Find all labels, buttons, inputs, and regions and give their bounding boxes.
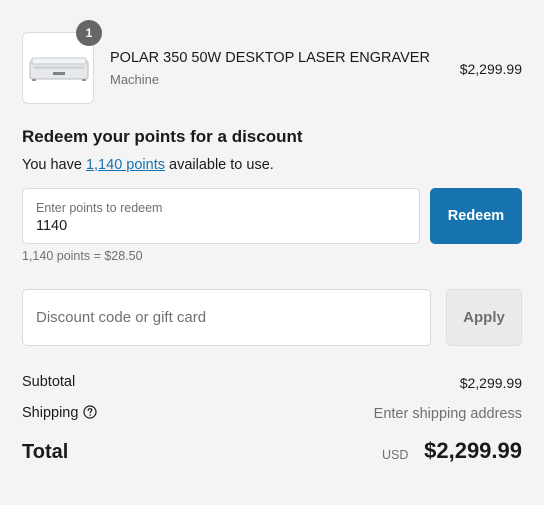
points-link[interactable]: 1,140 points [86, 157, 165, 173]
total-value: $2,299.99 [424, 438, 522, 463]
shipping-label: Shipping [22, 405, 79, 421]
redeem-button[interactable]: Redeem [430, 188, 522, 244]
product-thumbnail: 1 [22, 20, 102, 104]
product-price: $2,299.99 [459, 61, 522, 77]
subtotal-value: $2,299.99 [459, 375, 522, 391]
points-input-label: Enter points to redeem [36, 201, 163, 215]
total-currency: USD [382, 448, 409, 462]
points-input-value[interactable]: 1140 [36, 218, 67, 234]
product-title: POLAR 350 50W DESKTOP LASER ENGRAVER [110, 50, 430, 66]
discount-code-input[interactable]: Discount code or gift card [22, 289, 431, 346]
total-label: Total [22, 441, 69, 463]
points-text-after: available to use. [164, 157, 274, 173]
shipping-value: Enter shipping address [373, 406, 522, 422]
quantity-badge: 1 [76, 20, 102, 46]
shipping-row: Shipping [22, 405, 98, 421]
points-input[interactable]: Enter points to redeem 1140 [22, 188, 420, 244]
points-conversion-note: 1,140 points = $28.50 [22, 249, 143, 263]
points-available-text: You have 1,140 points available to use. [22, 157, 274, 173]
product-variant: Machine [110, 72, 160, 87]
redeem-heading: Redeem your points for a discount [22, 127, 303, 146]
points-text-before: You have [22, 157, 86, 173]
line-item: 1 POLAR 350 50W DESKTOP LASER ENGRAVER M… [22, 20, 522, 104]
question-circle-icon[interactable] [83, 405, 98, 419]
laser-engraver-icon [29, 57, 89, 81]
apply-button[interactable]: Apply [446, 289, 522, 346]
subtotal-label: Subtotal [22, 374, 76, 390]
